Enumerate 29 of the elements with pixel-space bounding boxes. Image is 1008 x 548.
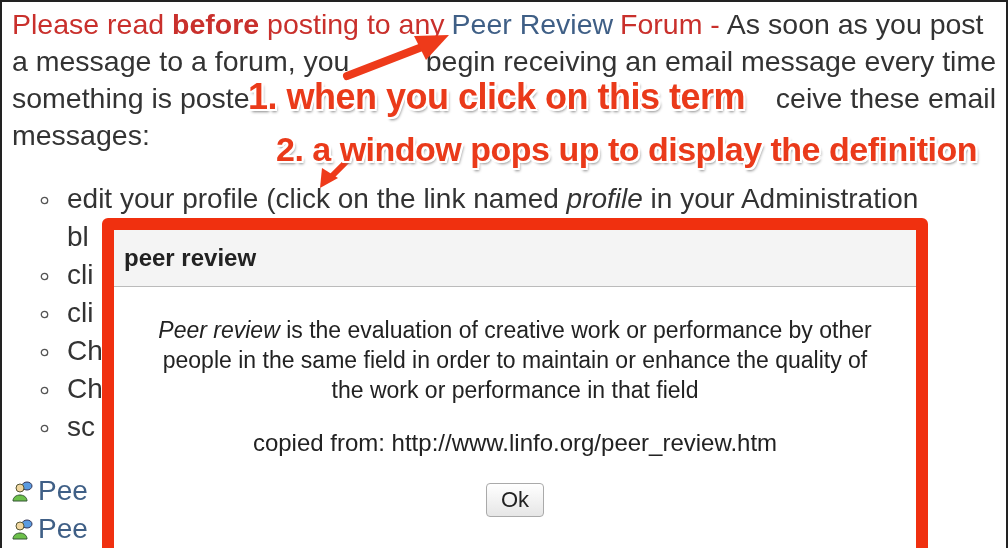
bullet-icon <box>40 348 49 357</box>
bullet-icon <box>40 272 49 281</box>
forum-link[interactable]: Peer Review <box>451 6 614 43</box>
bullet-icon <box>40 196 49 205</box>
forum-link[interactable]: Pee <box>38 510 88 548</box>
list-item-text: cli <box>67 296 94 330</box>
users-icon <box>12 518 34 540</box>
list-item-text: sc <box>67 410 95 444</box>
bullet-icon <box>40 424 49 433</box>
dialog-title: peer review <box>124 244 257 272</box>
body-text: ceive these email <box>775 81 996 116</box>
list-item-text: Ch <box>67 334 103 368</box>
ok-button[interactable]: Ok <box>485 483 545 517</box>
source-text: copied from: http://www.linfo.org/peer_review.htm <box>252 429 778 457</box>
list-item-text: cli <box>67 258 94 292</box>
body-text: a message to a forum, you <box>12 44 350 79</box>
forum-link[interactable]: Pee <box>38 472 88 510</box>
definition-text: Peer review is the evaluation of creative work or performance by other people in the same field in order to maintain or enhance the quality of the work or performance in that field <box>157 316 873 405</box>
callout-text: 1. when you click on this term <box>248 76 746 118</box>
body-text: messages: <box>12 118 150 153</box>
body-text: something is poste <box>12 81 250 116</box>
bullet-icon <box>40 386 49 395</box>
list-item-text: Ch <box>67 372 103 406</box>
callout-text: 2. a window pops up to display the definition <box>276 130 977 169</box>
body-text: begin receiving an email message every time <box>425 44 996 79</box>
users-icon <box>12 480 34 502</box>
body-text: As soon as you post <box>726 7 984 42</box>
notice-text: Forum - <box>620 7 720 42</box>
bullet-icon <box>40 310 49 319</box>
